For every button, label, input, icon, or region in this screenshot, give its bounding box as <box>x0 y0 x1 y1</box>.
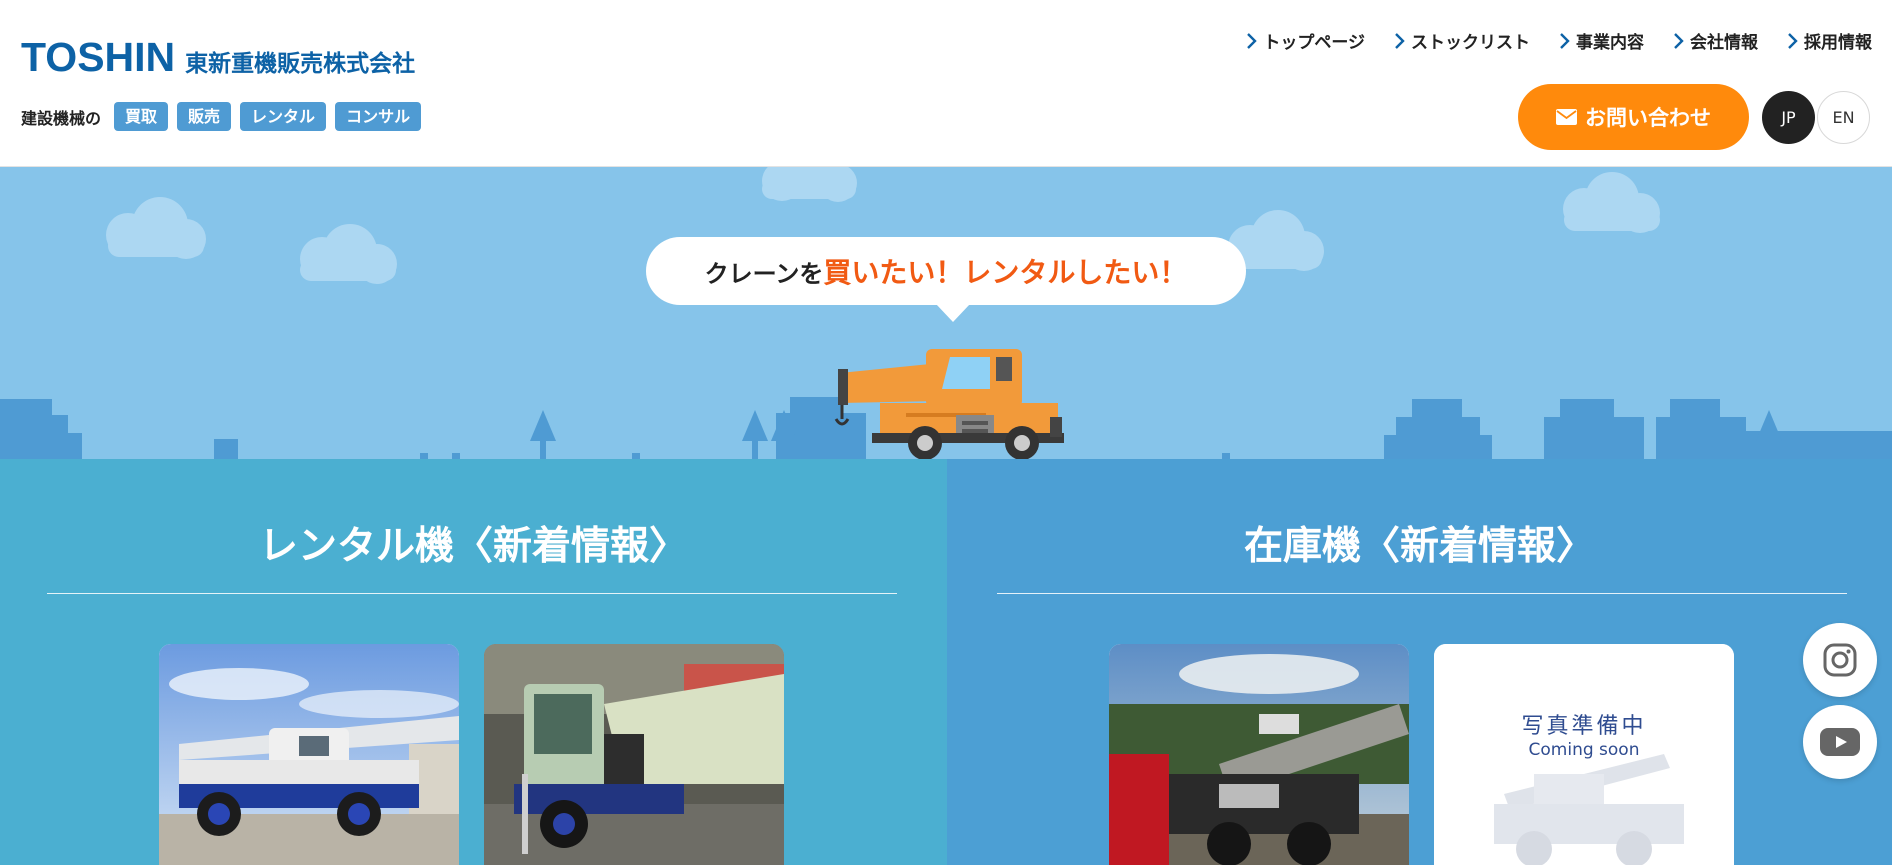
stock-section-title: 在庫機〈新着情報〉 <box>1243 524 1595 569</box>
cloud-icon <box>1563 172 1660 233</box>
cloud-icon <box>300 224 397 284</box>
hero-banner: クレーンを 買いたい！レンタルしたい！ <box>0 167 1892 459</box>
nav-item-stocklist[interactable]: ストックリスト <box>1393 28 1530 53</box>
nav-item-recruit[interactable]: 採用情報 <box>1786 28 1872 53</box>
stock-section: 在庫機〈新着情報〉 写真準備中 Coming soon <box>947 459 1892 865</box>
mail-icon <box>1556 109 1577 125</box>
youtube-button[interactable] <box>1803 705 1877 779</box>
crane-truck-illustration <box>834 349 1064 459</box>
placeholder-text-ja: 写真準備中 <box>1521 714 1647 739</box>
crane-photo <box>1109 644 1409 865</box>
nav-item-label: ストックリスト <box>1411 33 1530 53</box>
placeholder-text-en: Coming soon <box>1528 740 1640 760</box>
crane-photo <box>484 644 784 865</box>
services-bar: 建設機械の 買取 販売 レンタル コンサル <box>21 102 422 131</box>
service-tag-rental: レンタル <box>240 102 327 131</box>
cloud-icon <box>106 197 206 259</box>
rental-section-title: レンタル機〈新着情報〉 <box>258 524 688 569</box>
global-nav: トップページ ストックリスト 事業内容 会社情報 採用情報 <box>1217 28 1872 53</box>
stock-card[interactable] <box>1109 644 1409 865</box>
nav-item-top[interactable]: トップページ <box>1245 28 1365 53</box>
instagram-icon <box>1823 643 1857 677</box>
cloud-icon <box>762 167 857 202</box>
service-tag-purchase: 買取 <box>114 102 169 131</box>
section-divider <box>997 593 1847 594</box>
chevron-right-icon <box>1674 32 1684 49</box>
chevron-right-icon <box>1247 32 1258 49</box>
hero-speech-bubble: クレーンを 買いたい！レンタルしたい！ <box>646 237 1246 322</box>
nav-item-business[interactable]: 事業内容 <box>1558 28 1644 53</box>
crane-photo <box>159 644 459 865</box>
services-label: 建設機械の <box>21 108 102 128</box>
chevron-right-icon <box>1395 32 1405 49</box>
rental-card[interactable] <box>484 644 784 865</box>
service-tag-sales: 販売 <box>177 102 232 131</box>
section-divider <box>47 593 897 594</box>
nav-item-company[interactable]: 会社情報 <box>1672 28 1758 53</box>
youtube-icon <box>1820 728 1860 756</box>
contact-button[interactable]: お問い合わせ <box>1518 84 1749 150</box>
rental-card[interactable] <box>159 644 459 865</box>
lang-jp-button[interactable]: JP <box>1762 91 1815 144</box>
nav-item-label: 事業内容 <box>1576 33 1644 53</box>
site-header: TOSHIN 東新重機販売株式会社 建設機械の 買取 販売 レンタル コンサル … <box>0 0 1892 167</box>
lang-en-button[interactable]: EN <box>1817 91 1870 144</box>
instagram-button[interactable] <box>1803 623 1877 697</box>
hero-bubble-text: クレーンを <box>704 259 824 288</box>
nav-item-label: 採用情報 <box>1804 33 1872 53</box>
hero-bubble-accent: 買いたい！レンタルしたい！ <box>823 256 1188 289</box>
site-logo[interactable]: TOSHIN 東新重機販売株式会社 <box>21 34 415 81</box>
nav-item-label: トップページ <box>1263 33 1365 53</box>
logo-ja: 東新重機販売株式会社 <box>185 51 416 77</box>
rental-section: レンタル機〈新着情報〉 <box>0 459 947 865</box>
contact-button-label: お問い合わせ <box>1585 106 1711 130</box>
chevron-right-icon <box>1788 32 1798 49</box>
nav-item-label: 会社情報 <box>1690 33 1758 53</box>
stock-card-placeholder[interactable]: 写真準備中 Coming soon <box>1434 644 1734 865</box>
chevron-right-icon <box>1560 32 1570 49</box>
service-tag-consulting: コンサル <box>335 102 422 131</box>
logo-en: TOSHIN <box>21 34 176 80</box>
